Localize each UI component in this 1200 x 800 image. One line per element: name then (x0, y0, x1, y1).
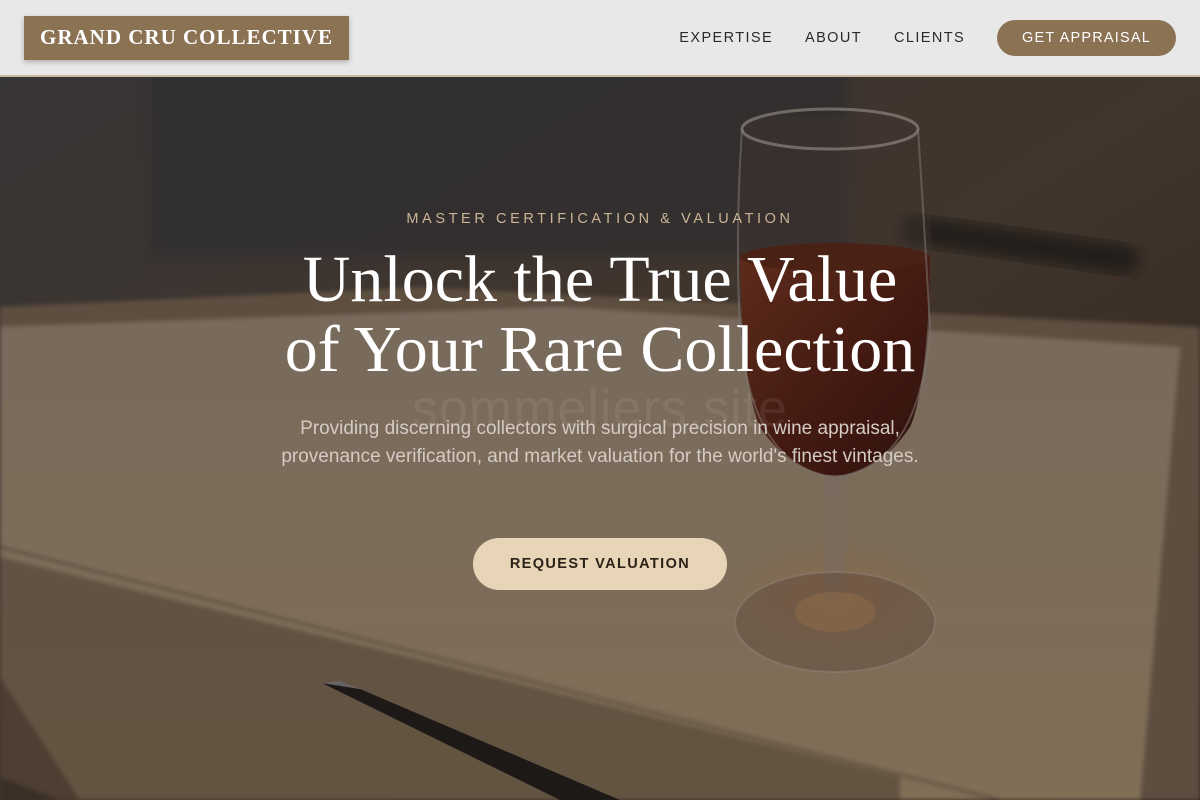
hero-section: MASTER CERTIFICATION & VALUATION Unlock … (0, 77, 1200, 800)
request-valuation-button[interactable]: REQUEST VALUATION (473, 538, 727, 590)
nav-link-clients[interactable]: CLIENTS (894, 30, 965, 46)
hero-content: MASTER CERTIFICATION & VALUATION Unlock … (0, 77, 1200, 800)
hero-subtext: Providing discerning collectors with sur… (281, 418, 919, 467)
hero-eyebrow: MASTER CERTIFICATION & VALUATION (406, 211, 794, 227)
hero-headline-line-1: Unlock the True Value (302, 243, 898, 316)
nav-link-expertise[interactable]: EXPERTISE (679, 30, 773, 46)
main-nav: EXPERTISE ABOUT CLIENTS GET APPRAISAL (679, 19, 1176, 56)
hero-headline: Unlock the True Value of Your Rare Colle… (200, 245, 1000, 385)
hero-headline-line-2: of Your Rare Collection (284, 313, 916, 386)
get-appraisal-button[interactable]: GET APPRAISAL (997, 19, 1176, 56)
site-header: GRAND CRU COLLECTIVE EXPERTISE ABOUT CLI… (0, 0, 1200, 77)
nav-link-about[interactable]: ABOUT (805, 30, 862, 46)
brand-logo[interactable]: GRAND CRU COLLECTIVE (24, 15, 350, 60)
